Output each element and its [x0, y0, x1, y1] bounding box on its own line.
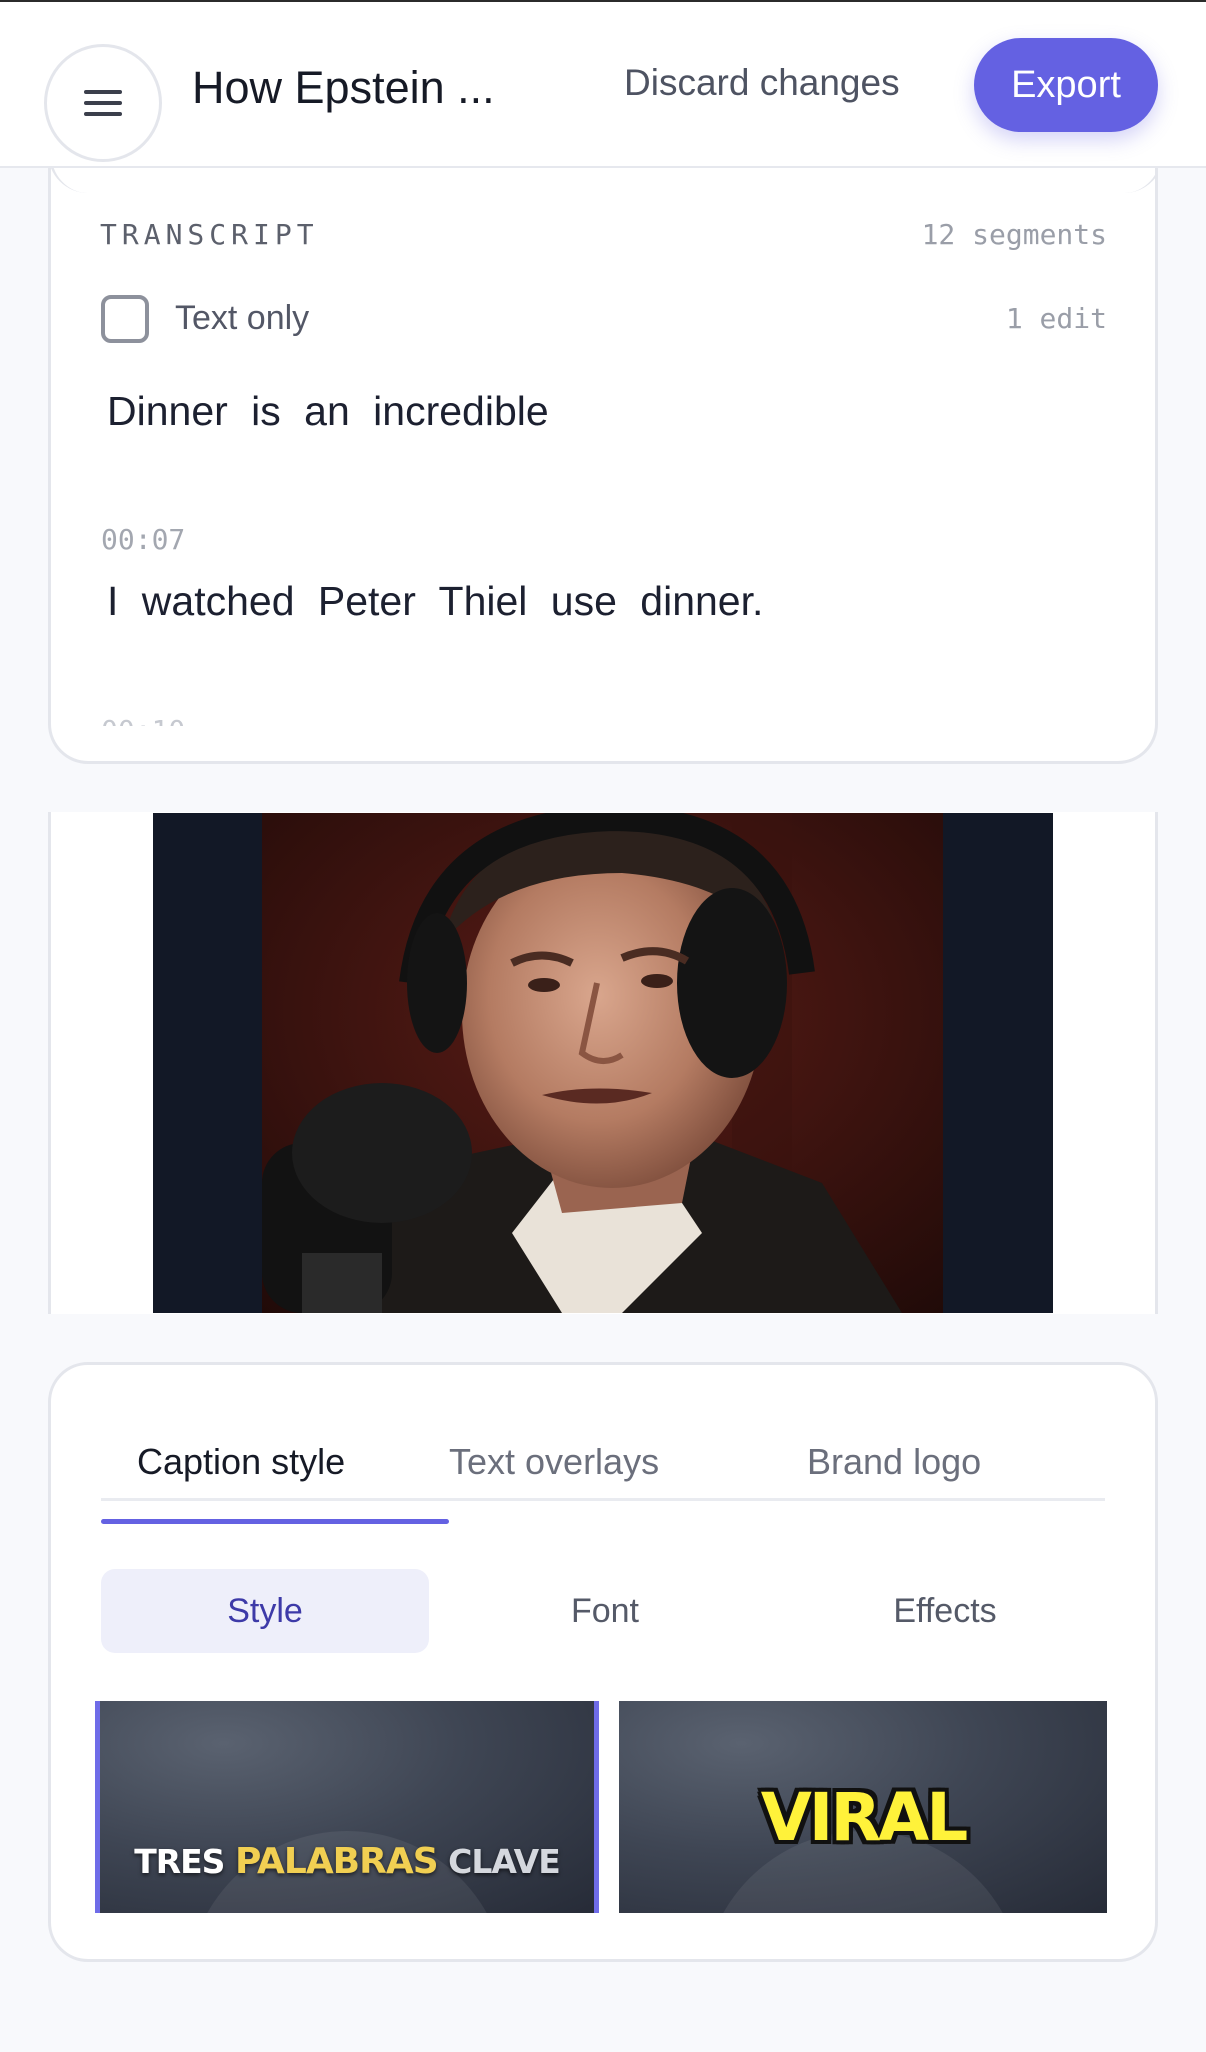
preset-caption-text: TRES PALABRAS CLAVE [100, 1841, 594, 1882]
export-button[interactable]: Export [974, 38, 1158, 132]
subtab-font[interactable]: Font [441, 1569, 769, 1653]
panel-tabs: Caption style Text overlays Brand logo [101, 1441, 1105, 1501]
menu-button[interactable] [44, 44, 162, 162]
text-only-label[interactable]: Text only [175, 299, 309, 338]
discard-changes-button[interactable]: Discard changes [624, 62, 900, 104]
subtab-effects[interactable]: Effects [781, 1569, 1109, 1653]
transcript-panel: TRANSCRIPT 12 segments Text only 1 edit … [48, 150, 1158, 764]
hamburger-icon [84, 90, 122, 116]
subtab-style[interactable]: Style [101, 1569, 429, 1653]
video-preview[interactable] [153, 813, 1053, 1313]
tab-text-overlays[interactable]: Text overlays [449, 1441, 659, 1501]
tab-brand-logo[interactable]: Brand logo [807, 1441, 981, 1501]
caption-style-panel: Caption style Text overlays Brand logo S… [48, 1362, 1158, 1962]
preset-word: CLAVE [448, 1842, 561, 1881]
project-title: How Epstein ... [192, 62, 495, 113]
caption-preset-tres-palabras-clave[interactable]: TRES PALABRAS CLAVE [95, 1701, 599, 1913]
top-bar: How Epstein ... Discard changes Export [0, 0, 1206, 168]
transcript-segment-text[interactable]: Dinner is an incredible [107, 388, 549, 435]
segment-timestamp: 00:10 [101, 708, 185, 726]
segments-count: 12 segments [921, 218, 1107, 251]
text-only-checkbox[interactable] [101, 295, 149, 343]
preset-word: TRES [134, 1842, 225, 1881]
caption-preset-viral[interactable]: VIRAL [619, 1701, 1107, 1913]
speaker-video-frame [262, 813, 943, 1313]
transcript-heading: TRANSCRIPT [100, 218, 319, 251]
edits-count: 1 edit [1005, 302, 1107, 335]
active-tab-indicator [101, 1519, 449, 1524]
transcript-segment-text[interactable]: I watched Peter Thiel use dinner. [107, 578, 763, 625]
tab-caption-style[interactable]: Caption style [137, 1441, 345, 1501]
preset-word-highlight: PALABRAS [234, 1841, 439, 1882]
preset-caption-text: VIRAL [760, 1779, 969, 1856]
segment-timestamp: 00:07 [101, 523, 186, 556]
